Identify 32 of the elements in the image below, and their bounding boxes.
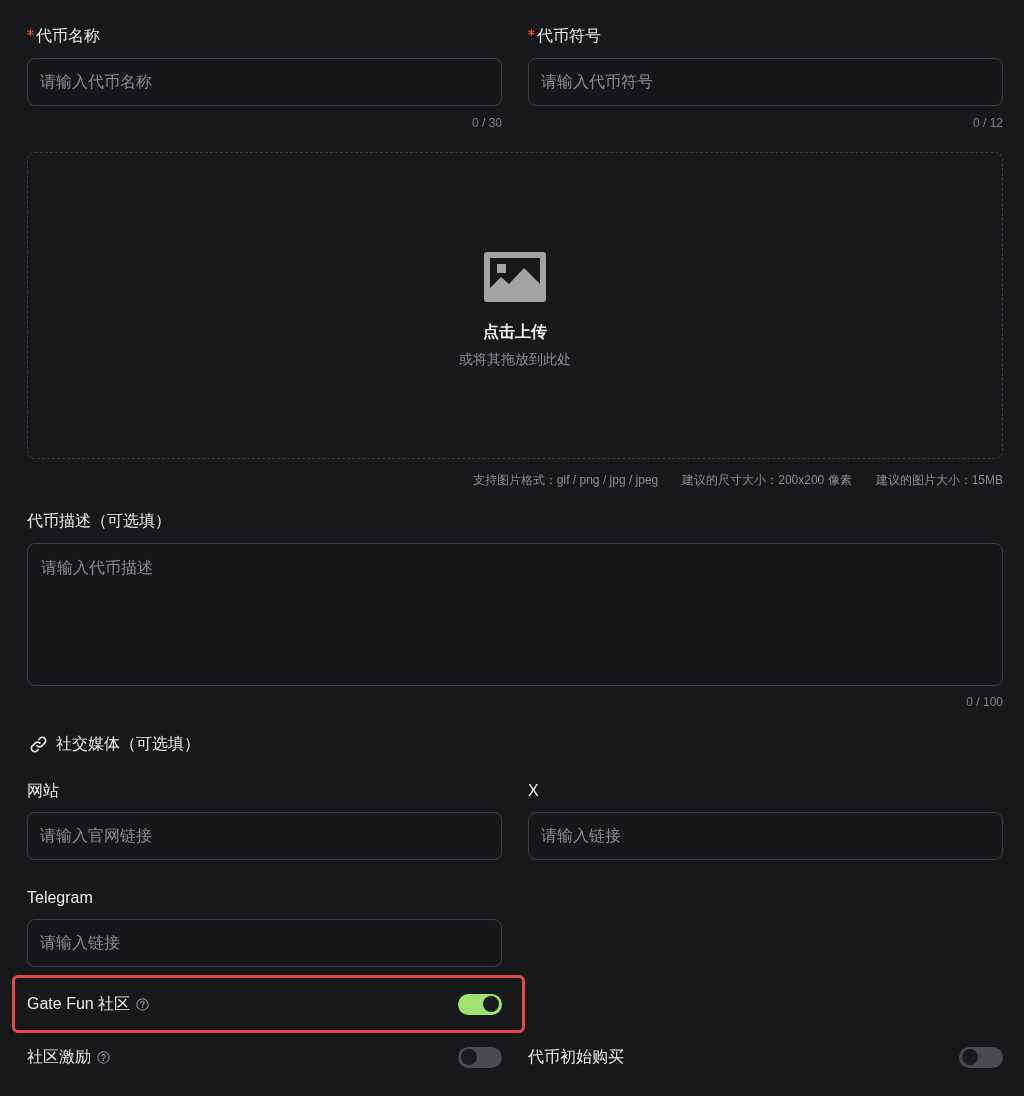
field-label: Telegram [27,888,93,908]
char-counter: 0 / 12 [972,115,1003,131]
upload-hint: 建议的图片大小：15MB [875,472,1003,488]
input-field[interactable]: 请输入链接 [27,919,502,967]
field-label: 网站 [27,781,59,801]
toggle-label: 代币初始购买 [528,1047,624,1067]
upload-dropzone[interactable]: 点击上传 或将其拖放到此处 [27,152,1003,459]
toggle-switch[interactable] [458,1046,502,1068]
char-counter: 0 / 30 [471,115,502,131]
section-heading: 社交媒体（可选填） [56,734,200,754]
link-icon [29,734,48,754]
field-label: X [528,781,539,801]
toggle-switch[interactable] [458,993,502,1015]
toggle-label: 社区激励 [27,1047,91,1067]
input-field[interactable]: 请输入官网链接 [27,812,502,860]
upload-hint: 支持图片格式：gif / png / jpg / jpeg [472,472,659,488]
field-label: 代币名称 [36,26,100,46]
help-icon[interactable] [136,997,150,1011]
upload-subtitle: 或将其拖放到此处 [459,349,571,368]
upload-title: 点击上传 [483,321,547,342]
toggle-switch[interactable] [959,1046,1003,1068]
input-field[interactable]: 请输入代币符号 [528,58,1003,106]
field-label: 代币符号 [537,26,601,46]
field-label: 代币描述（可选填） [27,511,171,531]
image-icon [484,251,546,302]
toggle-label: Gate Fun 社区 [27,994,131,1014]
input-field[interactable]: 请输入链接 [528,812,1003,860]
input-field[interactable]: 请输入代币名称 [27,58,502,106]
textarea-field[interactable]: 请输入代币描述 [27,543,1003,686]
help-icon[interactable] [97,1050,110,1064]
char-counter: 0 / 100 [966,694,1003,710]
upload-hint: 建议的尺寸大小：200x200 像素 [682,472,852,488]
